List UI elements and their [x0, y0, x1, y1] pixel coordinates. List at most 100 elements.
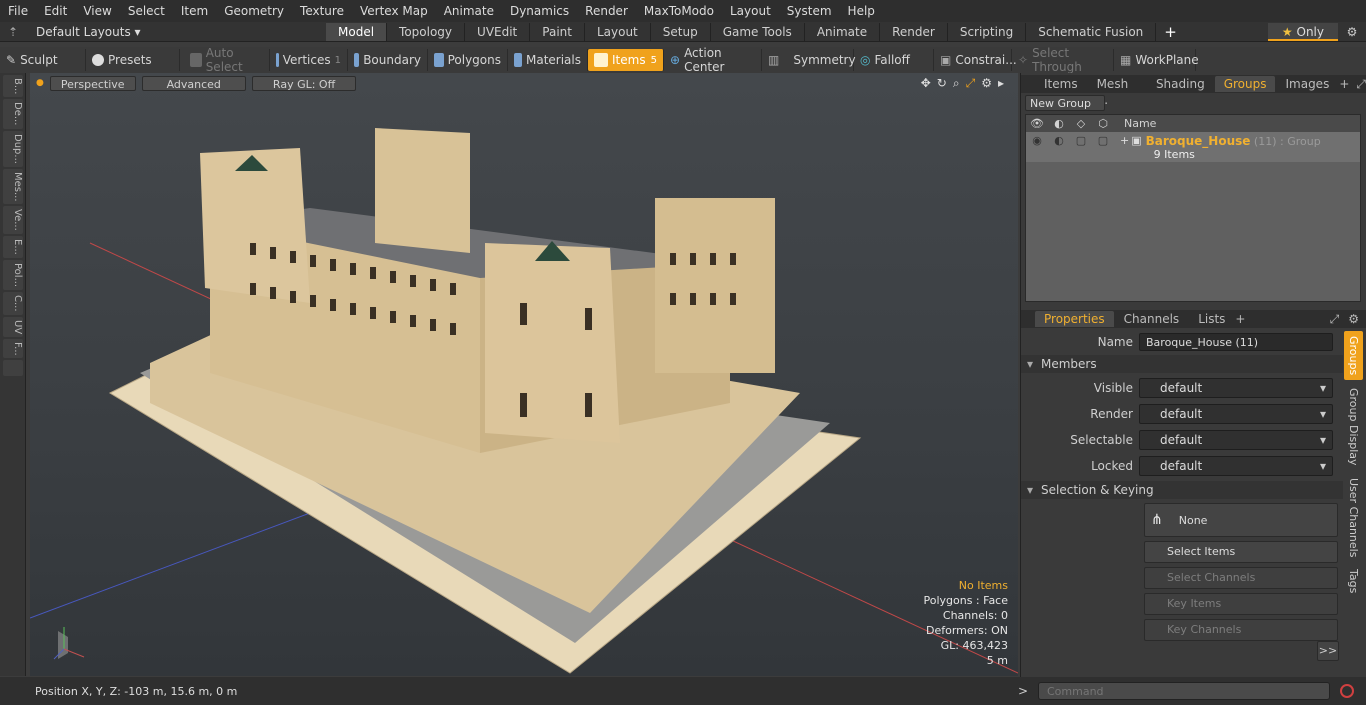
expand-group-icon[interactable]: +	[1120, 134, 1129, 147]
menu-system[interactable]: System	[779, 0, 840, 22]
select-channels-button[interactable]: Select Channels	[1144, 567, 1338, 589]
add-tab-icon[interactable]: +	[1156, 23, 1185, 41]
select-through-button[interactable]: ✧ Select Through	[1012, 46, 1114, 74]
vtab-edge[interactable]: E...	[3, 236, 23, 258]
tab-model[interactable]: Model	[326, 22, 388, 41]
vtab-curve[interactable]: C...	[3, 291, 23, 315]
add-props-tab-icon[interactable]: +	[1235, 312, 1245, 326]
constraints-button[interactable]: ▣ Constrai...	[934, 49, 1017, 71]
action-center-button[interactable]: ⊕ Action Center	[664, 46, 762, 74]
menu-file[interactable]: File	[0, 0, 36, 22]
more-button[interactable]: >>	[1317, 641, 1339, 661]
tab-render[interactable]: Render	[880, 22, 948, 41]
side-tab-user-channels[interactable]: User Channels	[1344, 474, 1363, 561]
visible-dropdown[interactable]: default	[1139, 378, 1333, 398]
presets-button[interactable]: Presets	[86, 49, 180, 71]
tab-animate[interactable]: Animate	[805, 22, 881, 41]
render-column-icon[interactable]: ◐	[1048, 117, 1070, 130]
vtab-basic[interactable]: B...	[3, 75, 23, 98]
viewport-settings-icon[interactable]: ⚙	[981, 76, 992, 90]
vtab-polygon[interactable]: Pol...	[3, 259, 23, 290]
key-channels-button[interactable]: Key Channels	[1144, 619, 1338, 641]
tab-channels[interactable]: Channels	[1115, 311, 1189, 327]
group-lock-icon[interactable]: ▢	[1092, 134, 1114, 147]
menu-item[interactable]: Item	[173, 0, 216, 22]
zoom-view-icon[interactable]: ⌕	[953, 76, 960, 91]
layout-dropdown[interactable]: Default Layouts ▾	[26, 25, 320, 39]
group-row[interactable]: ◉ ◐ ▢ ▢ + ▣ Baroque_House (11) : Group 9…	[1026, 132, 1360, 162]
tab-mesh[interactable]: Mesh ...	[1088, 76, 1146, 107]
rotate-view-icon[interactable]: ↻	[937, 76, 947, 90]
tab-paint[interactable]: Paint	[530, 22, 585, 41]
menu-maxtomodo[interactable]: MaxToModo	[636, 0, 722, 22]
workplane-button[interactable]: ▦ WorkPlane	[1114, 49, 1199, 71]
tab-layout[interactable]: Layout	[585, 22, 651, 41]
menu-edit[interactable]: Edit	[36, 0, 75, 22]
render-dropdown[interactable]: default	[1139, 404, 1333, 424]
symmetry-button[interactable]: ▥ Symmetry	[762, 49, 856, 71]
tab-groups[interactable]: Groups	[1214, 76, 1276, 92]
key-items-button[interactable]: Key Items	[1144, 593, 1338, 615]
falloff-button[interactable]: ◎ Falloff	[854, 49, 934, 71]
viewport-menu-icon[interactable]: ●	[36, 78, 44, 88]
none-button[interactable]: ⋔ None	[1144, 503, 1338, 537]
group-render-icon[interactable]: ◐	[1048, 134, 1070, 147]
advanced-dropdown[interactable]: Advanced	[141, 75, 246, 91]
menu-texture[interactable]: Texture	[292, 0, 352, 22]
side-tab-groups[interactable]: Groups	[1344, 331, 1363, 381]
group-select-icon[interactable]: ▢	[1070, 134, 1092, 147]
vtab-uv[interactable]: UV	[3, 316, 23, 337]
vtab-mesh-edit[interactable]: Mes...	[3, 168, 23, 205]
visibility-column-icon[interactable]: 👁	[1026, 117, 1048, 130]
items-button[interactable]: Items 5	[588, 49, 664, 71]
new-group-button[interactable]: New Group	[1025, 95, 1105, 111]
selection-keying-section[interactable]: Selection & Keying	[1021, 481, 1343, 499]
menu-dynamics[interactable]: Dynamics	[502, 0, 577, 22]
tab-schematic-fusion[interactable]: Schematic Fusion	[1026, 22, 1157, 41]
menu-help[interactable]: Help	[840, 0, 883, 22]
add-panel-tab-icon[interactable]: +	[1339, 77, 1349, 91]
tab-uvedit[interactable]: UVEdit	[465, 22, 531, 41]
tab-scripting[interactable]: Scripting	[948, 22, 1027, 41]
name-field[interactable]	[1139, 333, 1333, 351]
vtab-fusion[interactable]: F...	[3, 338, 23, 359]
select-items-button[interactable]: Select Items	[1144, 541, 1338, 563]
tab-setup[interactable]: Setup	[651, 22, 711, 41]
side-tab-tags[interactable]: Tags	[1344, 565, 1363, 597]
menu-select[interactable]: Select	[120, 0, 173, 22]
tab-properties[interactable]: Properties	[1035, 311, 1114, 327]
menu-geometry[interactable]: Geometry	[216, 0, 292, 22]
move-view-icon[interactable]: ✥	[921, 76, 931, 90]
tab-game-tools[interactable]: Game Tools	[711, 22, 805, 41]
record-icon[interactable]	[1340, 684, 1354, 698]
gear-icon[interactable]: ⚙	[1338, 25, 1366, 39]
props-gear-icon[interactable]: ⚙	[1348, 312, 1359, 326]
tab-images[interactable]: Images	[1276, 76, 1338, 92]
side-tab-group-display[interactable]: Group Display	[1344, 384, 1363, 470]
menu-view[interactable]: View	[75, 0, 119, 22]
polygons-button[interactable]: Polygons	[428, 49, 508, 71]
3d-viewport[interactable]: ● Perspective Advanced Ray GL: Off ✥ ↻ ⌕…	[30, 73, 1018, 676]
tab-items[interactable]: Items	[1035, 76, 1087, 92]
command-input[interactable]	[1038, 682, 1330, 700]
lock-column-icon[interactable]: ⬡	[1092, 117, 1114, 130]
locked-dropdown[interactable]: default	[1139, 456, 1333, 476]
tab-shading[interactable]: Shading	[1147, 76, 1214, 92]
group-visible-icon[interactable]: ◉	[1026, 134, 1048, 147]
tab-lists[interactable]: Lists	[1189, 311, 1234, 327]
expand-props-icon[interactable]: ⤢	[1330, 312, 1340, 327]
expand-panel-icon[interactable]: ⤢	[1356, 77, 1366, 92]
boundary-button[interactable]: Boundary	[348, 49, 428, 71]
fit-view-icon[interactable]: ⤢	[966, 76, 976, 91]
members-section[interactable]: Members	[1021, 355, 1343, 373]
vtab-deform[interactable]: De...	[3, 99, 23, 129]
selectable-dropdown[interactable]: default	[1139, 430, 1333, 450]
tab-topology[interactable]: Topology	[387, 22, 466, 41]
vtab-vertex[interactable]: Ve...	[3, 206, 23, 235]
only-toggle[interactable]: ★ Only	[1267, 22, 1338, 41]
materials-button[interactable]: Materials	[508, 49, 588, 71]
menu-layout[interactable]: Layout	[722, 0, 779, 22]
vtab-duplicate[interactable]: Dup...	[3, 130, 23, 167]
command-expand-icon[interactable]: >	[1018, 684, 1028, 698]
sculpt-button[interactable]: ✎ Sculpt	[0, 49, 86, 71]
